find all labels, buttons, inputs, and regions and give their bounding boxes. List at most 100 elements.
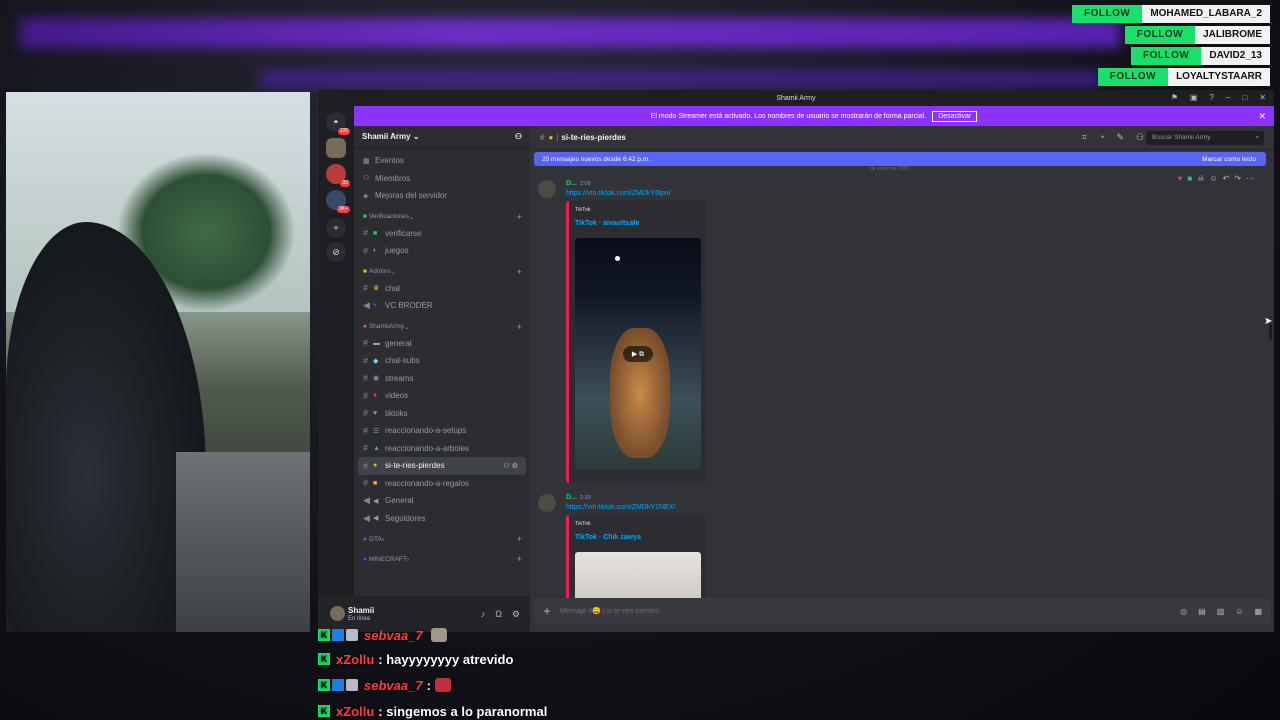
notifications-bell-icon[interactable]: ◔ [1099, 132, 1104, 143]
add-server-icon[interactable]: + [326, 218, 346, 238]
category-verificaciones[interactable]: ■ Verificaciones ⌄ + [354, 209, 530, 225]
add-channel-icon[interactable]: + [517, 534, 522, 544]
minimize-icon[interactable]: – [1226, 93, 1230, 102]
apps-icon[interactable]: ▦ [1254, 607, 1262, 616]
reply-icon[interactable]: ↶ [1223, 174, 1230, 183]
channel-tiktoks[interactable]: # ♥ tiktoks [354, 405, 530, 423]
unread-badge: 32 [340, 180, 350, 187]
avatar[interactable] [538, 180, 556, 198]
search-input[interactable]: Buscar Shamii Army ⌕ [1146, 131, 1264, 145]
add-channel-icon[interactable]: + [517, 322, 522, 332]
embed-provider: TikTok [575, 521, 591, 527]
channel-reaccionando-a-regalos[interactable]: # ■ reaccionando-a-regalos [354, 475, 530, 493]
gift-icon[interactable]: ◎ [1180, 607, 1187, 616]
add-channel-icon[interactable]: + [517, 267, 522, 277]
chat-username: sebvaa_7 [364, 677, 423, 693]
new-messages-text: 20 mensajes nuevos desde 6:42 p.m. [542, 155, 651, 163]
item-label: Eventos [375, 156, 404, 166]
video-thumbnail[interactable] [575, 552, 701, 602]
message-input-placeholder[interactable]: Mensaje #😄 | si-te-ries-pierdes [560, 607, 659, 615]
maximize-icon[interactable]: □ [1242, 93, 1247, 102]
channel-verificarse[interactable]: # ■ verificarse [354, 225, 530, 243]
channel-reaccionando-a-setups[interactable]: # ☰ reaccionando-a-setups [354, 422, 530, 440]
category-admins[interactable]: ■ Admins ⌄ + [354, 264, 530, 280]
avatar[interactable] [538, 494, 556, 512]
channel-si-te-ries-pierdes[interactable]: # ● si-te-ries-pierdes ⚇ ⚙ [358, 457, 526, 475]
channel-label: reaccionando-a-regalos [385, 478, 470, 488]
voice-channel-seguidores[interactable]: ◀ ◀ Seguidores [354, 510, 530, 528]
heart-reaction-icon[interactable]: ♥ [1178, 174, 1183, 183]
events-item[interactable]: ▦ Eventos [354, 152, 530, 170]
explore-icon[interactable]: ⊘ [326, 242, 346, 262]
follow-alert: FOLLOW LOYALTYSTAARR [1072, 68, 1270, 86]
follower-name: JALIBROME [1195, 26, 1270, 44]
forward-icon[interactable]: ↷ [1234, 174, 1241, 183]
category-shamiiarmy[interactable]: ● ShamiiArmy ⌄ + [354, 319, 530, 335]
channel-chat-subs[interactable]: # ◆ chat-subs [354, 352, 530, 370]
message-author[interactable]: D... 2:09 [566, 180, 591, 187]
message-link[interactable]: https://vm.tiktok.com/ZMDkY1NEX/ [566, 504, 675, 511]
play-video-icon[interactable]: ▶ ⧉ [623, 346, 653, 362]
channel-settings-icon[interactable]: ⚇ ⚙ [504, 462, 519, 470]
header-actions: ⌗ ◔ ✎ ⚇ [1082, 132, 1144, 143]
user-badges: K [318, 629, 358, 641]
inbox-icon[interactable]: ⚑ [1171, 93, 1178, 102]
category-gta[interactable]: ● GTA › + [354, 531, 530, 547]
voice-channel-general[interactable]: ◀ ◀ General [354, 492, 530, 510]
emoji-icon[interactable]: ☺ [1235, 607, 1243, 616]
gif-icon[interactable]: ▤ [1198, 607, 1206, 616]
attach-plus-icon[interactable]: + [534, 604, 560, 618]
check-icon: ■ [373, 229, 378, 237]
add-reaction-icon[interactable]: ☺ [1209, 174, 1217, 183]
member-list-icon[interactable]: ⚇ [1136, 132, 1144, 143]
sticker-icon[interactable]: ▧ [1217, 607, 1225, 616]
background-banner [20, 18, 1120, 48]
settings-gear-icon[interactable]: ⚙ [512, 609, 520, 620]
boosts-item[interactable]: ◈ Mejoras del servidor [354, 187, 530, 205]
controller-icon: ◐ [373, 247, 378, 255]
message-composer[interactable]: + Mensaje #😄 | si-te-ries-pierdes ◎ ▤ ▧ … [534, 598, 1270, 624]
close-notice-icon[interactable]: ✕ [1258, 111, 1266, 122]
avatar[interactable] [330, 606, 345, 621]
hash-icon: # [363, 228, 369, 239]
channel-title: si-te-ries-pierdes [561, 133, 626, 142]
channel-vc-broder[interactable]: ◀ ϟ VC BRODER [354, 297, 530, 315]
skull-reaction-icon[interactable]: ☠ [1197, 174, 1204, 183]
video-thumbnail[interactable]: ▶ ⧉ [575, 238, 701, 470]
add-channel-icon[interactable]: + [517, 212, 522, 222]
server-header[interactable]: Shamii Army ⌄ ⚇ [354, 126, 530, 148]
channel-reaccionando-a-arboles[interactable]: # ▲ reaccionando-a-arboles [354, 440, 530, 458]
channel-juegos[interactable]: # ◐ juegos [354, 242, 530, 260]
screen-icon[interactable]: ▣ [1190, 93, 1198, 102]
channel-videos[interactable]: # ● videos [354, 387, 530, 405]
help-icon[interactable]: ? [1210, 93, 1214, 102]
add-channel-icon[interactable]: + [517, 554, 522, 564]
mark-as-read-button[interactable]: Marcar como leído [1202, 156, 1256, 163]
server-icon[interactable]: 32 [326, 164, 350, 187]
close-icon[interactable]: ✕ [1259, 93, 1266, 102]
headphones-icon[interactable]: Ω [495, 609, 502, 620]
category-minecraft[interactable]: ● MINECRAFT › + [354, 551, 530, 567]
members-item[interactable]: ⚇ Miembros [354, 170, 530, 188]
message-author[interactable]: D... 2:33 [566, 494, 591, 501]
embed-title[interactable]: TikTok · Chik zawya [575, 534, 641, 541]
add-friend-icon[interactable]: ⚇ [515, 132, 522, 141]
pinned-messages-icon[interactable]: ✎ [1116, 132, 1124, 143]
server-icon[interactable]: 9K+ [326, 190, 350, 213]
check-reaction-icon[interactable]: ■ [1187, 174, 1192, 183]
disable-streamer-button[interactable]: Desactivar [932, 110, 978, 122]
server-icon-shamii[interactable] [326, 138, 346, 158]
channel-streams[interactable]: # ◉ streams [354, 370, 530, 388]
channel-general[interactable]: # ▬ general [354, 335, 530, 353]
username: Shamii [348, 606, 375, 615]
discord-home-icon[interactable]: ◓ 126 [326, 112, 350, 135]
microphone-icon[interactable]: ♪ [481, 609, 486, 620]
message-link[interactable]: https://vm.tiktok.com/ZMDkY6tpn/ [566, 190, 671, 197]
channel-chat[interactable]: # ♛ chat [354, 280, 530, 298]
gift-icon: ■ [373, 479, 378, 487]
embed-title[interactable]: TikTok · aivaultsafe [575, 220, 639, 227]
threads-icon[interactable]: ⌗ [1082, 132, 1087, 143]
new-messages-bar[interactable]: 20 mensajes nuevos desde 6:42 p.m. Marca… [534, 152, 1266, 166]
hash-icon: # [363, 390, 369, 401]
more-options-icon[interactable]: ⋯ [1246, 174, 1254, 183]
